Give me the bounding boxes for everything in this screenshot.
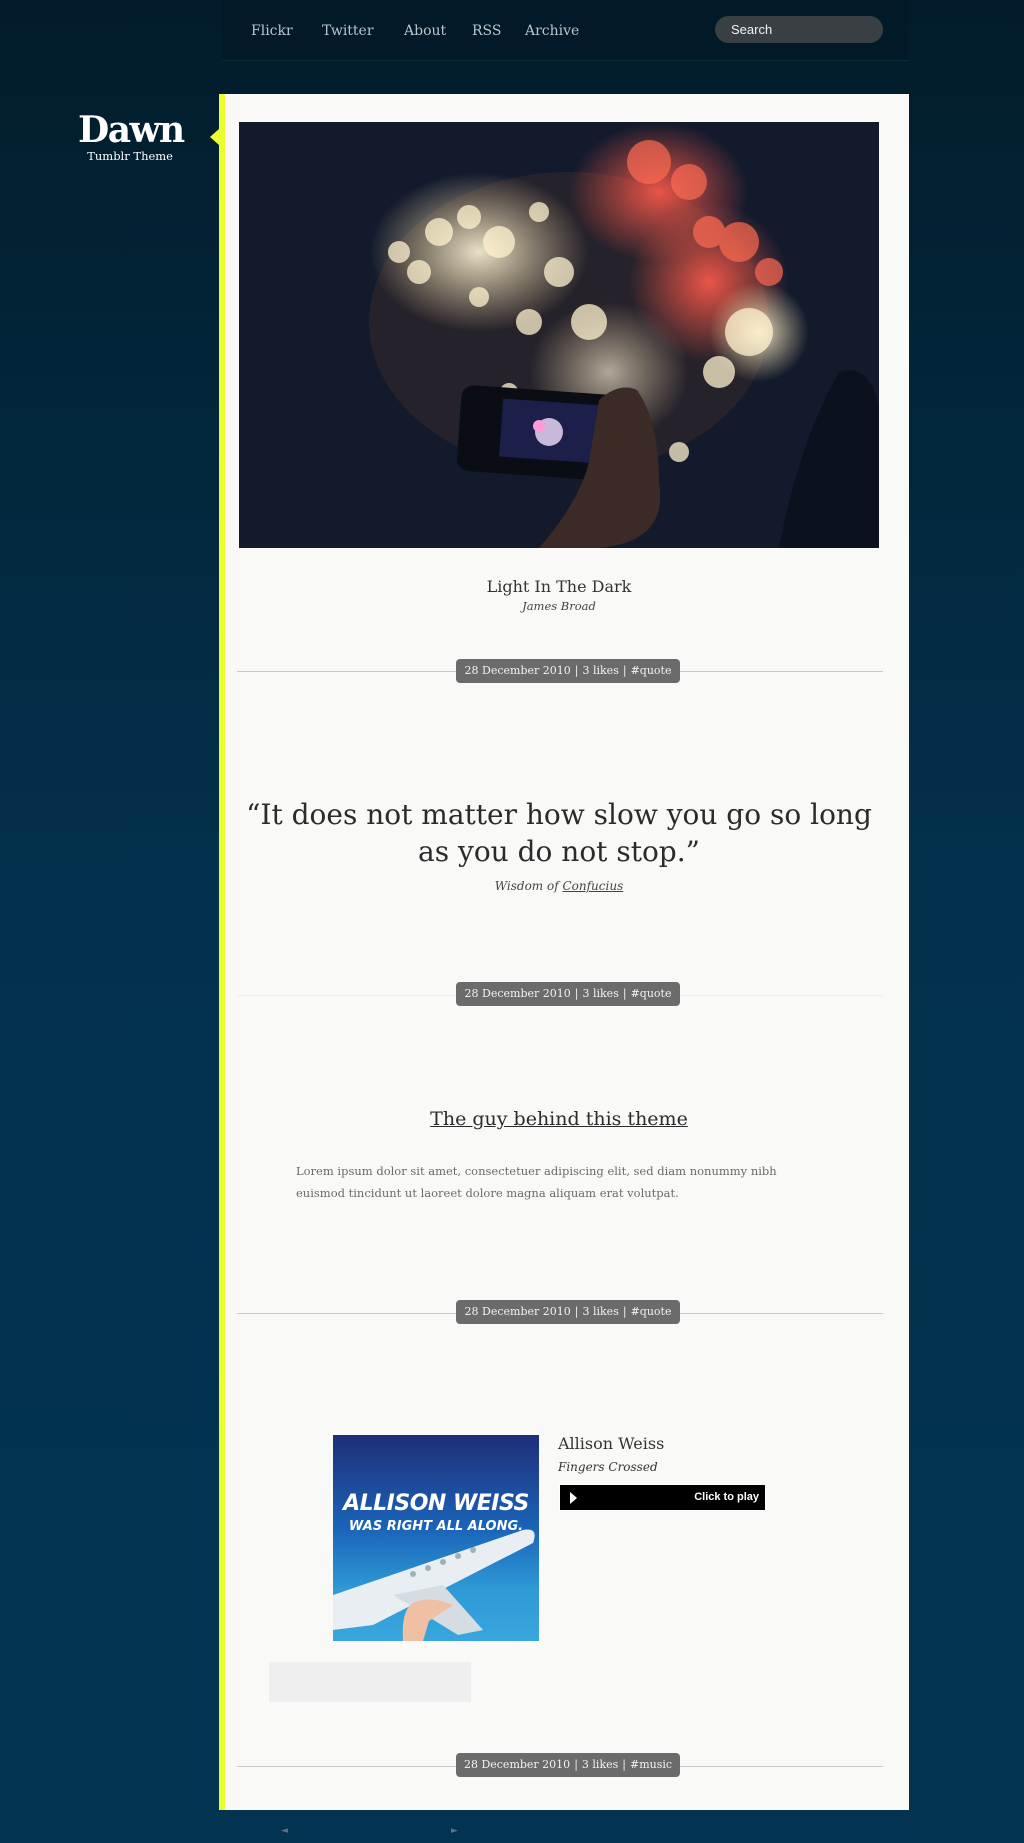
post-meta-audio: 28 December 2010 | 3 likes | #music [456, 1753, 680, 1777]
accent-pointer [210, 129, 219, 145]
play-button-label[interactable]: Click to play [694, 1491, 759, 1503]
post-date[interactable]: 28 December 2010 [465, 987, 571, 1000]
nav-link-flickr[interactable]: Flickr [251, 23, 293, 39]
nav-link-archive[interactable]: Archive [525, 23, 579, 39]
search-input[interactable] [715, 16, 883, 43]
audio-player[interactable]: Click to play [559, 1484, 766, 1511]
post-date[interactable]: 28 December 2010 [464, 1758, 570, 1771]
album-art: ALLISON WEISS WAS RIGHT ALL ALONG. [333, 1435, 539, 1641]
bokeh-photo-image [239, 122, 879, 548]
post-likes[interactable]: 3 likes [582, 1305, 618, 1318]
audio-embed-placeholder [269, 1662, 471, 1702]
post-meta-text: 28 December 2010 | 3 likes | #quote [456, 1300, 680, 1324]
nav-link-about[interactable]: About [404, 23, 446, 39]
quote-source: Wisdom of Confucius [239, 879, 879, 893]
post-meta-photo: 28 December 2010 | 3 likes | #quote [456, 659, 680, 683]
post-date[interactable]: 28 December 2010 [465, 664, 571, 677]
post-tag[interactable]: #quote [631, 1305, 672, 1318]
text-post-body: Lorem ipsum dolor sit amet, consectetuer… [296, 1164, 777, 1200]
post-tag[interactable]: #music [630, 1758, 672, 1771]
audio-artist: Allison Weiss [558, 1434, 665, 1453]
post-tag[interactable]: #quote [631, 664, 672, 677]
post-photo[interactable] [239, 122, 879, 548]
blog-title[interactable]: Dawn [78, 110, 185, 150]
quote-source-prefix: Wisdom of [494, 879, 559, 893]
photo-caption-author: James Broad [522, 599, 596, 613]
post-meta-quote: 28 December 2010 | 3 likes | #quote [456, 982, 680, 1006]
post-likes[interactable]: 3 likes [582, 1758, 618, 1771]
nav-link-twitter[interactable]: Twitter [322, 23, 374, 39]
blog-subtitle: Tumblr Theme [87, 149, 173, 163]
photo-caption-title: Light In The Dark [486, 577, 632, 596]
play-icon[interactable] [570, 1492, 577, 1504]
audio-track-title: Fingers Crossed [558, 1460, 658, 1474]
nav-link-rss[interactable]: RSS [472, 23, 501, 39]
quote-source-link[interactable]: Confucius [562, 879, 623, 893]
airplane-image [333, 1529, 535, 1641]
previous-page-icon[interactable]: ◄ [281, 1826, 288, 1836]
post-date[interactable]: 28 December 2010 [465, 1305, 571, 1318]
post-tag[interactable]: #quote [631, 987, 672, 1000]
quote-text: “It does not matter how slow you go so l… [246, 798, 872, 868]
post-likes[interactable]: 3 likes [582, 664, 618, 677]
text-post-title[interactable]: The guy behind this theme [239, 1108, 879, 1130]
next-page-icon[interactable]: ► [451, 1826, 458, 1836]
post-likes[interactable]: 3 likes [582, 987, 618, 1000]
